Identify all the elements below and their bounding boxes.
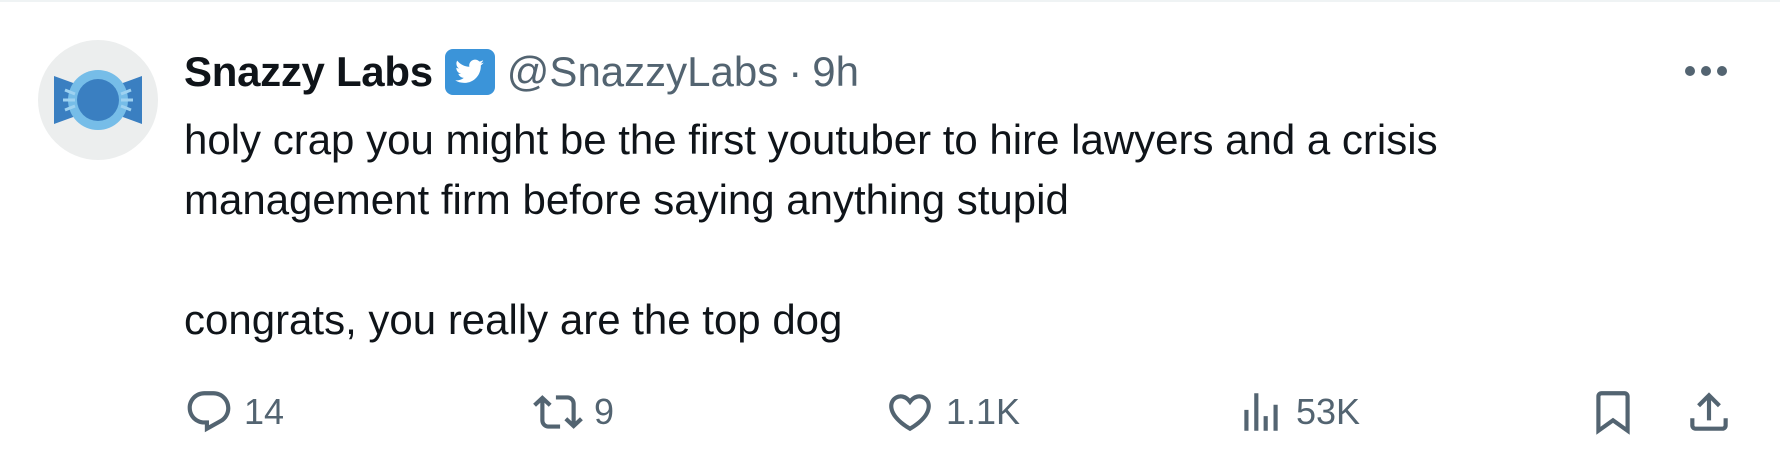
snazzy-labs-logo-icon — [54, 70, 142, 130]
separator-dot: · — [788, 48, 803, 95]
reply-icon — [184, 387, 234, 437]
views-count: 53K — [1296, 391, 1361, 432]
tweet-line: congrats, you really are the top dog — [184, 296, 843, 343]
retweet-icon — [532, 387, 584, 437]
tweet-line: management firm before saying anything s… — [184, 176, 1069, 223]
twitter-bird-icon — [444, 49, 495, 95]
reply-count: 14 — [244, 391, 285, 432]
like-count: 1.1K — [946, 391, 1021, 432]
more-dots-icon — [1685, 66, 1727, 76]
tweet-header: Snazzy Labs @SnazzyLabs · 9h — [184, 42, 859, 102]
tweet-card[interactable]: Snazzy Labs @SnazzyLabs · 9h holy crap y… — [0, 0, 1780, 472]
avatar[interactable] — [38, 40, 158, 160]
author-handle[interactable]: @SnazzyLabs — [507, 48, 778, 96]
share-button[interactable] — [1684, 382, 1734, 442]
reply-button[interactable]: 14 — [184, 382, 284, 442]
views-button[interactable]: 53K — [1236, 382, 1360, 442]
like-button[interactable]: 1.1K — [884, 382, 1020, 442]
bookmark-button[interactable] — [1588, 382, 1638, 442]
bookmark-icon — [1588, 386, 1638, 438]
tweet-line: holy crap you might be the first youtube… — [184, 116, 1438, 163]
tweet-text: holy crap you might be the first youtube… — [184, 110, 1684, 350]
retweet-button[interactable]: 9 — [532, 382, 614, 442]
action-bar: 14 9 1.1K 53K — [184, 382, 1736, 442]
views-chart-icon — [1236, 387, 1286, 437]
heart-icon — [884, 387, 936, 437]
share-icon — [1684, 386, 1734, 438]
more-options-button[interactable] — [1680, 56, 1732, 86]
timestamp[interactable]: 9h — [812, 48, 859, 96]
author-name[interactable]: Snazzy Labs — [184, 48, 433, 96]
retweet-count: 9 — [594, 391, 615, 432]
